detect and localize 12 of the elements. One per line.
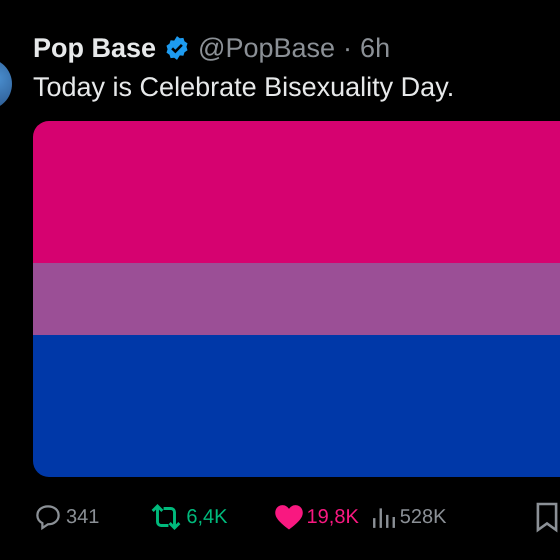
reply-button[interactable]: 341 (33, 502, 100, 532)
post-time: 6h (360, 32, 390, 65)
heart-icon (274, 502, 304, 531)
bookmark-button[interactable] (534, 500, 560, 533)
author-handle: @PopBase (198, 32, 336, 65)
repost-button[interactable]: 6,4K (149, 502, 228, 532)
author-name: Pop Base (33, 32, 156, 65)
bookmark-icon (534, 500, 560, 533)
post-text: Today is Celebrate Bisexuality Day. (33, 70, 456, 103)
views-button[interactable]: 528K (370, 502, 447, 532)
like-button[interactable]: 19,8K (274, 502, 359, 532)
separator: · (343, 32, 352, 65)
